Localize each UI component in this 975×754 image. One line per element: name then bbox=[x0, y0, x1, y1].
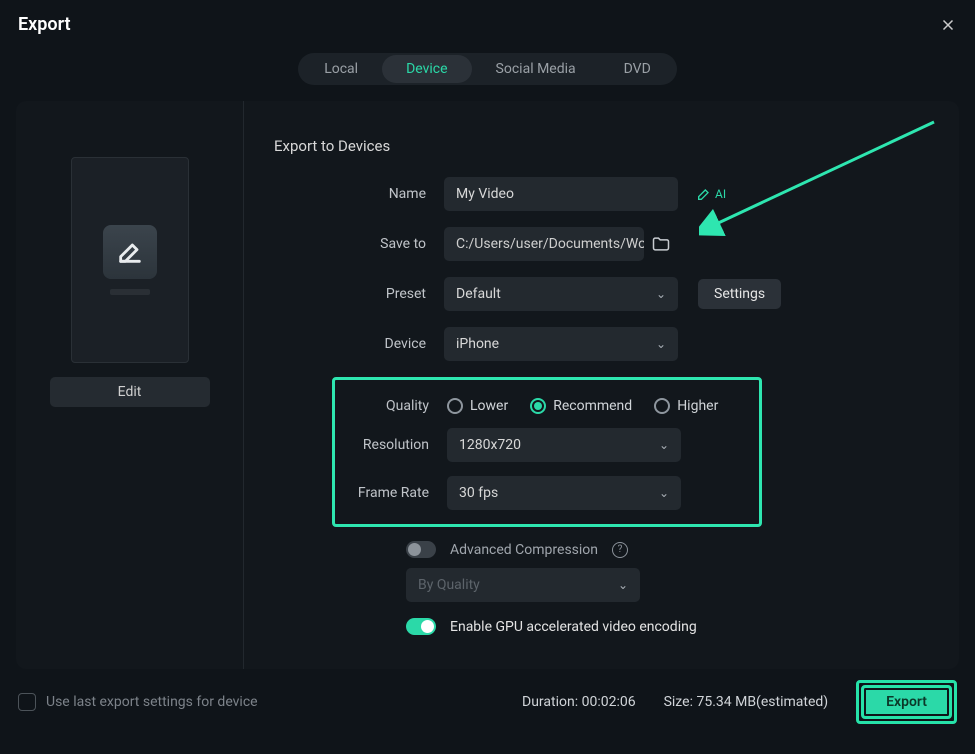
frame-rate-select[interactable]: 30 fps⌄ bbox=[447, 476, 681, 510]
advanced-compression-toggle[interactable] bbox=[406, 541, 436, 558]
device-select[interactable]: iPhone⌄ bbox=[444, 327, 678, 361]
pencil-ai-icon bbox=[696, 186, 712, 202]
name-label: Name bbox=[274, 186, 444, 202]
ai-rename-button[interactable]: AI bbox=[696, 186, 726, 202]
edit-button[interactable]: Edit bbox=[50, 377, 210, 407]
highlighted-settings: Quality Lower Recommend Higher Resolutio… bbox=[332, 377, 762, 527]
tab-local[interactable]: Local bbox=[300, 55, 382, 83]
use-last-settings-label: Use last export settings for device bbox=[46, 694, 258, 710]
preset-label: Preset bbox=[274, 286, 444, 302]
chevron-down-icon: ⌄ bbox=[659, 486, 669, 500]
gpu-accel-toggle[interactable] bbox=[406, 618, 436, 635]
tab-social-media[interactable]: Social Media bbox=[472, 55, 600, 83]
quality-lower-radio[interactable]: Lower bbox=[447, 398, 508, 414]
quality-label: Quality bbox=[335, 398, 447, 414]
use-last-settings-checkbox[interactable] bbox=[18, 693, 36, 711]
duration-readout: Duration: 00:02:06 bbox=[522, 694, 636, 710]
preset-select[interactable]: Default⌄ bbox=[444, 277, 678, 311]
help-icon[interactable]: ? bbox=[612, 542, 628, 558]
dialog-title: Export bbox=[18, 14, 71, 35]
chevron-down-icon: ⌄ bbox=[618, 578, 628, 592]
export-button[interactable]: Export bbox=[861, 685, 952, 719]
export-tabs: Local Device Social Media DVD bbox=[0, 43, 975, 101]
name-input[interactable]: My Video bbox=[444, 177, 678, 211]
chevron-down-icon: ⌄ bbox=[656, 287, 666, 301]
quality-recommend-radio[interactable]: Recommend bbox=[530, 398, 632, 414]
settings-button[interactable]: Settings bbox=[698, 279, 781, 309]
folder-icon bbox=[651, 234, 671, 254]
chevron-down-icon: ⌄ bbox=[656, 337, 666, 351]
tab-device[interactable]: Device bbox=[382, 55, 471, 83]
size-readout: Size: 75.34 MB(estimated) bbox=[664, 694, 829, 710]
chevron-down-icon: ⌄ bbox=[659, 438, 669, 452]
browse-folder-button[interactable] bbox=[644, 227, 678, 261]
advanced-compression-label: Advanced Compression bbox=[450, 542, 598, 558]
frame-rate-label: Frame Rate bbox=[335, 485, 447, 501]
close-icon[interactable] bbox=[939, 16, 957, 34]
pencil-icon bbox=[116, 238, 144, 266]
video-thumbnail bbox=[71, 157, 189, 363]
device-label: Device bbox=[274, 336, 444, 352]
gpu-accel-label: Enable GPU accelerated video encoding bbox=[450, 619, 697, 635]
save-to-label: Save to bbox=[274, 236, 444, 252]
save-to-input[interactable]: C:/Users/user/Documents/Wo bbox=[444, 227, 644, 261]
resolution-select[interactable]: 1280x720⌄ bbox=[447, 428, 681, 462]
quality-higher-radio[interactable]: Higher bbox=[654, 398, 718, 414]
tab-dvd[interactable]: DVD bbox=[600, 55, 675, 83]
resolution-label: Resolution bbox=[335, 437, 447, 453]
section-title: Export to Devices bbox=[274, 137, 929, 155]
compression-mode-select: By Quality⌄ bbox=[406, 568, 640, 602]
